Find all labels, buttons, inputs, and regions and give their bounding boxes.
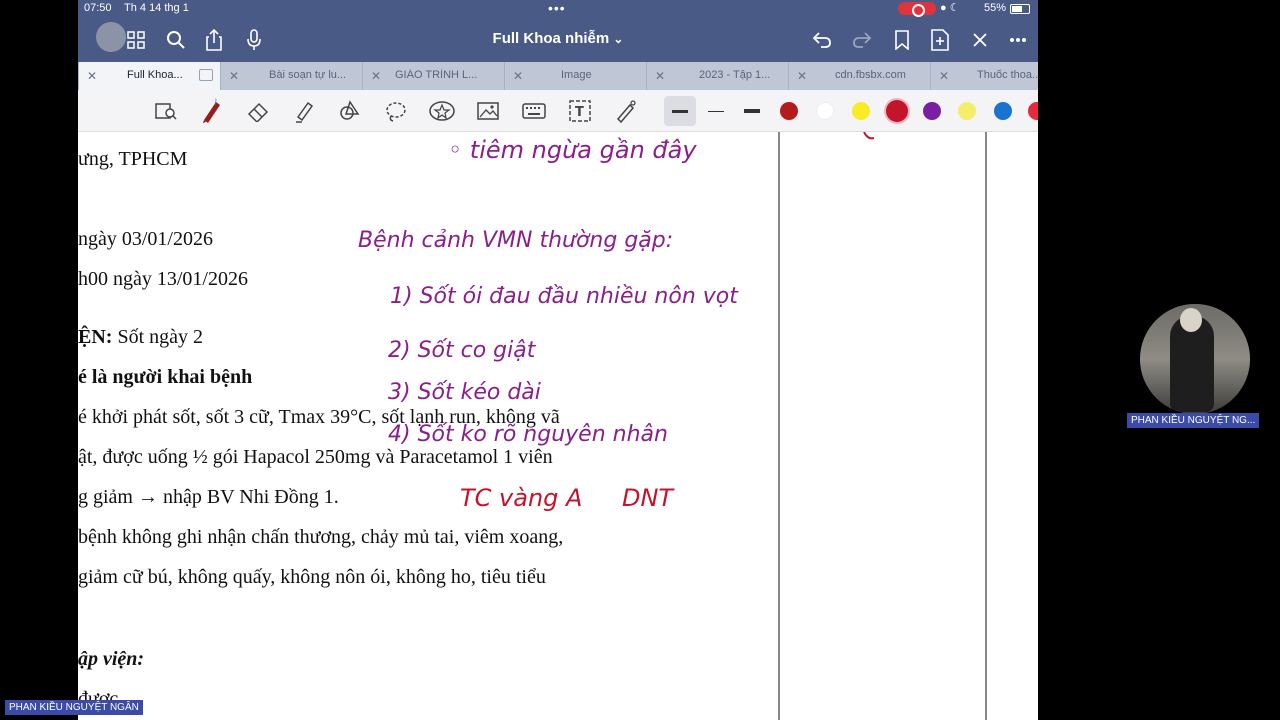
doc-line-reason: ỆN: Sốt ngày 2 [78,326,203,349]
doc-line-date-1: ngày 03/01/2026 [78,228,213,250]
doc-line-history-2: ật, được uống ½ gói Hapacol 250mg và Par… [78,446,553,468]
tab-label: GIÁO TRÌNH L... [395,69,478,81]
participant-webcam [1140,304,1250,414]
tab-label: Bài soạn tự lu... [269,69,347,81]
shapes-icon[interactable] [336,98,364,124]
more-icon[interactable] [1004,26,1032,54]
split-view-icon[interactable] [199,69,213,81]
text-box-icon[interactable]: T [566,98,594,124]
doc-line-admission-heading: ập viện: [78,648,144,671]
bookmark-icon[interactable] [888,26,916,54]
close-tab-icon[interactable]: ✕ [655,69,665,83]
tab-giao-trinh[interactable]: ✕ GIÁO TRÌNH L... [362,62,504,90]
close-tab-icon[interactable]: ✕ [513,69,523,83]
sticker-icon[interactable] [428,98,456,124]
screen-share-name-badge: PHAN KIỀU NGUYỆT NGÂN [5,700,143,715]
svg-text:ᛒ: ᛒ [214,98,218,106]
tab-label: Full Khoa... [127,69,183,81]
color-swatch-dark-red[interactable] [780,102,798,120]
close-tab-icon[interactable]: ✕ [87,69,97,83]
stroke-line-icon [708,110,724,112]
keyboard-icon[interactable] [520,98,548,124]
close-tab-icon[interactable]: ✕ [229,69,239,83]
stroke-line-icon [744,109,760,113]
doc-line-reason-label: ỆN: [78,326,113,348]
doc-line-history-3: g giảm → nhập BV Nhi Đồng 1. [78,486,339,508]
tab-thuoc-thoa[interactable]: ✕ Thuốc thoa... [930,62,1038,90]
battery-icon [1010,4,1030,14]
tab-label: Thuốc thoa... [977,69,1038,81]
undo-icon[interactable] [808,26,836,54]
status-time: 07:50 [84,2,112,14]
participant-head [1180,308,1202,332]
status-date: Th 4 14 thg 1 [124,2,189,14]
image-icon[interactable] [474,98,502,124]
doc-line-address: ưng, TPHCM [78,148,188,170]
stroke-bold-button[interactable] [736,96,768,126]
close-tab-icon[interactable]: ✕ [797,69,807,83]
close-tab-icon[interactable]: ✕ [939,69,949,83]
lasso-icon[interactable] [382,98,410,124]
handwriting-tc-vang-a: TC vàng A [460,484,583,512]
color-swatch-purple[interactable] [923,102,941,120]
color-swatch-white[interactable] [816,102,834,120]
chevron-down-icon: ⌄ [613,32,624,46]
ink-stroke-fragment [863,132,875,140]
handwriting-item-2: 2) Sốt co giật [388,338,536,363]
document-page[interactable]: ưng, TPHCM ngày 03/01/2026 h00 ngày 13/0… [78,132,778,720]
tab-label: 2023 - Tập 1... [699,69,771,81]
drawing-toolbar: ᛒ T [78,90,1038,132]
pen-icon[interactable]: ᛒ [198,98,226,124]
handwriting-vaccine-note: ◦ tiêm ngừa gần đây [448,136,697,164]
shared-ipad-screen: 07:50 Th 4 14 thg 1 ••• ● ☾ 55% Full Kho… [78,0,1038,720]
color-swatch-light-yellow[interactable] [958,102,976,120]
multitasking-dots[interactable]: ••• [548,0,566,16]
tab-cdn-fbsbx[interactable]: ✕ cdn.fbsbx.com [788,62,930,90]
screen-record-indicator [898,2,936,17]
lasso-zoom-icon[interactable] [152,98,180,124]
tab-image[interactable]: ✕ Image [504,62,646,90]
doc-line-date-2: h00 ngày 13/01/2026 [78,268,248,290]
close-tab-icon[interactable]: ✕ [371,69,381,83]
stroke-thick-button[interactable] [664,96,696,126]
handwriting-dnt: DNT [622,484,674,512]
handwriting-item-1: 1) Sốt ói đau đầu nhiều nôn vọt [390,284,738,309]
eraser-icon[interactable] [244,98,272,124]
add-page-icon[interactable] [926,26,954,54]
status-icons: ● ☾ [940,2,960,14]
handwriting-item-3: 3) Sốt kéo dài [388,380,541,405]
handwriting-heading: Bệnh cảnh VMN thường gặp: [358,228,674,253]
color-swatch-red-selected[interactable] [886,100,908,122]
color-swatch-pink-red[interactable] [1028,102,1038,120]
tab-bai-soan[interactable]: ✕ Bài soạn tự lu... [220,62,362,90]
redo-icon[interactable] [848,26,876,54]
stroke-line-icon [672,109,688,113]
webcam-name-badge: PHAN KIỀU NGUYỆT NG... [1127,413,1260,428]
doc-line-history-5: giảm cữ bú, không quấy, không nôn ói, kh… [78,566,546,588]
doc-line-admission-text: ập viện: [78,648,145,670]
doc-line-reason-text: Sốt ngày 2 [112,326,204,348]
handwriting-item-4: 4) Sốt ko rõ nguyên nhân [388,422,668,447]
color-swatch-blue[interactable] [994,102,1012,120]
document-title-text: Full Khoa nhiễm [492,30,610,47]
stroke-thin-button[interactable] [700,96,732,126]
tab-label: cdn.fbsbx.com [835,69,906,81]
battery-percent: 55% [984,2,1007,14]
laser-pointer-icon[interactable] [612,98,640,124]
doc-line-informant: é là người khai bệnh [78,366,252,389]
tab-bar: ✕ Full Khoa... ✕ Bài soạn tự lu... ✕ GIÁ… [78,62,1038,90]
svg-text:T: T [575,105,584,120]
tab-full-khoa[interactable]: ✕ Full Khoa... [78,62,220,90]
highlighter-icon[interactable] [290,98,318,124]
app-nav-bar: Full Khoa nhiễm ⌄ [78,18,1038,62]
blank-page-area[interactable] [780,132,985,720]
close-icon[interactable] [966,26,994,54]
status-bar: 07:50 Th 4 14 thg 1 ••• ● ☾ 55% [78,0,1038,18]
doc-line-history-4: bệnh không ghi nhận chấn thương, chảy mủ… [78,526,564,548]
color-swatch-yellow[interactable] [852,102,870,120]
doc-line-informant-text: é là người khai bệnh [78,366,253,388]
page-divider [985,132,987,720]
video-call-stage: 07:50 Th 4 14 thg 1 ••• ● ☾ 55% Full Kho… [0,0,1280,720]
tab-2023-tap-1[interactable]: ✕ 2023 - Tập 1... [646,62,788,90]
